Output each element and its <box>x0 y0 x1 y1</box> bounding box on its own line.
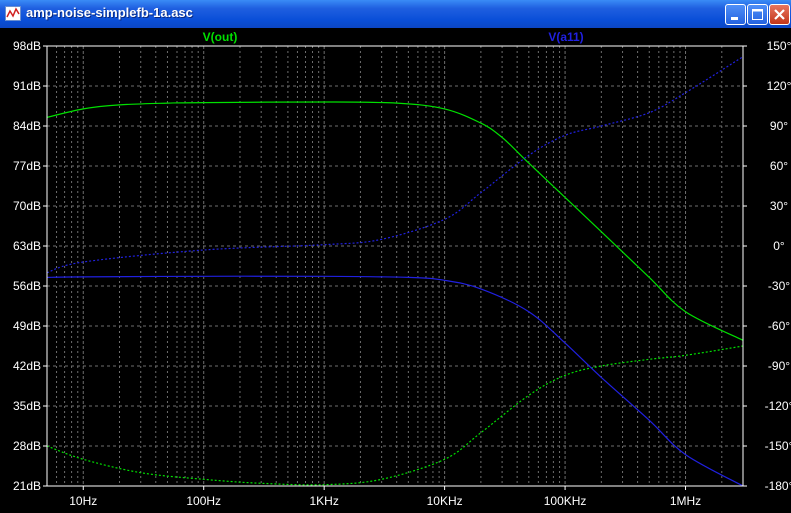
y-right-tick-label: 90° <box>770 119 788 133</box>
x-tick-label: 1KHz <box>309 494 338 508</box>
ltspice-waveform-icon <box>5 6 21 21</box>
y-right-tick-label: 150° <box>767 39 791 53</box>
title-bar[interactable]: amp-noise-simplefb-1a.asc <box>0 0 791 28</box>
y-left-tick-label: 63dB <box>13 239 41 253</box>
y-left-tick-label: 91dB <box>13 79 41 93</box>
plot-frame <box>46 45 744 487</box>
plot-grid <box>46 46 744 486</box>
ltspice-waveform-window: amp-noise-simplefb-1a.asc 98dB 91dB 84dB 77… <box>0 0 791 513</box>
legend-v-out: V(out) <box>203 30 238 44</box>
window-title: amp-noise-simplefb-1a.asc <box>26 5 193 20</box>
y-right-tick-label: -180° <box>765 479 791 493</box>
y-right-tick-label: -60° <box>768 319 790 333</box>
plot-traces <box>46 56 744 487</box>
y-left-tick-label: 35dB <box>13 399 41 413</box>
y-left-tick-label: 49dB <box>13 319 41 333</box>
trace-v-out-phase <box>46 345 744 486</box>
y-right-tick-label: -120° <box>765 399 791 413</box>
waveform-plot[interactable]: 98dB 91dB 84dB 77dB 70dB 63dB 56dB 49dB 42dB 35dB… <box>0 28 791 513</box>
y-right-tick-label: 60° <box>770 159 788 173</box>
y-left-tick-label: 77dB <box>13 159 41 173</box>
trace-v-a11-phase <box>46 56 744 274</box>
y-right-tick-label: -150° <box>765 439 791 453</box>
x-tick-label: 100KHz <box>544 494 587 508</box>
y-left-tick-label: 56dB <box>13 279 41 293</box>
maximize-icon <box>752 9 763 20</box>
close-icon <box>774 9 785 20</box>
trace-v-out-magnitude <box>46 101 744 341</box>
y-left-tick-label: 70dB <box>13 199 41 213</box>
y-right-tick-label: 120° <box>767 79 791 93</box>
legend-v-a11: V(a11) <box>548 30 583 44</box>
maximize-button[interactable] <box>747 4 768 25</box>
minimize-button[interactable] <box>725 4 746 25</box>
y-left-tick-label: 28dB <box>13 439 41 453</box>
minimize-icon <box>731 17 738 20</box>
y-right-tick-label: 0° <box>773 239 785 253</box>
x-tick-label: 10KHz <box>427 494 463 508</box>
trace-v-a11-magnitude <box>46 275 744 487</box>
close-button[interactable] <box>769 4 790 25</box>
y-left-tick-label: 84dB <box>13 119 41 133</box>
x-tick-label: 1MHz <box>670 494 701 508</box>
y-right-tick-label: -90° <box>768 359 790 373</box>
plot-legend: V(out) V(a11) <box>203 30 584 44</box>
y-right-tick-label: -30° <box>768 279 790 293</box>
x-tick-label: 100Hz <box>186 494 221 508</box>
x-tick-label: 10Hz <box>69 494 97 508</box>
y-right-tick-label: 30° <box>770 199 788 213</box>
y-left-tick-label: 21dB <box>13 479 41 493</box>
y-left-tick-label: 42dB <box>13 359 41 373</box>
y-left-tick-label: 98dB <box>13 39 41 53</box>
